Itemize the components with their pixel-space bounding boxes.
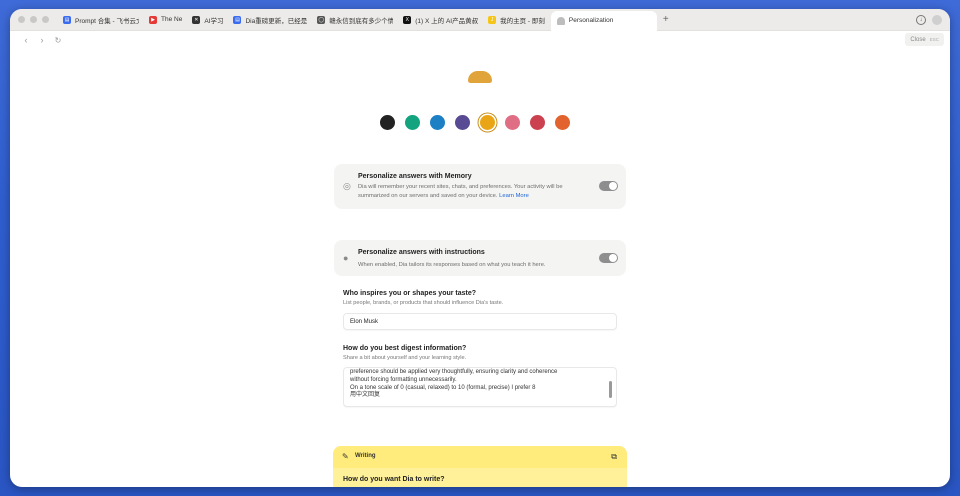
writing-edit-icon: ✎	[342, 452, 349, 461]
tab-item[interactable]: ◯ 赣永信到底有多少个情	[313, 9, 399, 31]
learn-more-link[interactable]: Learn More	[499, 193, 529, 199]
tab-favicon-icon: ✕	[192, 15, 201, 24]
personalization-page: ◎ Personalize answers with Memory Dia wi…	[10, 49, 950, 487]
color-swatch[interactable]	[405, 115, 420, 130]
memory-spiral-icon: ◎	[343, 181, 351, 191]
tab-favicon-icon: ▶	[149, 15, 157, 24]
writing-question: How do you want Dia to write?	[343, 476, 445, 483]
instructions-title: Personalize answers with instructions	[358, 249, 485, 256]
digest-hint: Share a bit about yourself and your lear…	[343, 355, 467, 361]
color-swatch[interactable]	[530, 115, 545, 130]
toggle-knob	[609, 254, 617, 262]
esc-key-hint: ESC	[929, 37, 939, 42]
chat-bubble-icon: ●	[343, 253, 349, 263]
tab-title: 我的主页 - 即刻	[500, 17, 545, 25]
tab-list: ▤ Prompt 合集 - 飞书云文 ▶ The Ne ✕ AI学习 ▤ Dia重磅更新，已经…	[59, 9, 551, 31]
close-settings-button[interactable]: Close ESC	[905, 33, 944, 46]
memory-title: Personalize answers with Memory	[358, 173, 472, 180]
instructions-card: ● Personalize answers with instructions …	[334, 240, 626, 276]
tab-item[interactable]: ✕ AI学习	[188, 9, 229, 31]
tab-item[interactable]: J 我的主页 - 即刻	[484, 9, 551, 31]
window-controls	[18, 16, 49, 23]
copy-icon[interactable]: ⧉	[611, 452, 617, 462]
tab-favicon-icon: J	[488, 15, 497, 24]
tab-favicon-icon: ▤	[233, 15, 242, 24]
back-arrow-icon[interactable]: ‹	[18, 35, 34, 45]
color-swatch[interactable]	[455, 115, 470, 130]
digest-line: On a tone scale of 0 (casual, relaxed) t…	[350, 384, 536, 391]
close-window-button[interactable]	[18, 16, 25, 23]
tab-item[interactable]: ▶ The Ne	[145, 9, 188, 31]
toggle-knob	[609, 182, 617, 190]
tab-bar: ▤ Prompt 合集 - 飞书云文 ▶ The Ne ✕ AI学习 ▤ Dia重磅更新，已经…	[10, 9, 950, 31]
instructions-description: When enabled, Dia tailors its responses …	[358, 262, 546, 268]
writing-label: Writing	[355, 453, 376, 459]
memory-description: Dia will remember your recent sites, cha…	[358, 183, 590, 200]
tab-favicon-icon: X	[403, 15, 412, 24]
tab-item[interactable]: ▤ Prompt 合集 - 飞书云文	[59, 9, 145, 31]
taste-input[interactable]: Elon Musk	[343, 313, 617, 330]
instructions-toggle[interactable]	[599, 253, 618, 263]
close-label: Close	[910, 36, 926, 43]
taste-value: Elon Musk	[350, 319, 379, 325]
profile-avatar[interactable]	[932, 15, 942, 25]
taste-question: Who inspires you or shapes your taste?	[343, 290, 477, 297]
memory-desc-text: Dia will remember your recent sites, cha…	[358, 184, 563, 199]
tab-title: The Ne	[161, 16, 183, 23]
dia-sun-icon	[468, 71, 492, 83]
digest-line: preference should be applied very though…	[350, 369, 558, 375]
forward-arrow-icon[interactable]: ›	[34, 35, 50, 45]
minimize-window-button[interactable]	[30, 16, 37, 23]
color-swatch[interactable]	[505, 115, 520, 130]
new-tab-icon[interactable]: +	[663, 14, 669, 25]
tab-item[interactable]: ▤ Dia重磅更新，已经是	[229, 9, 313, 31]
download-icon[interactable]: ↓	[916, 15, 926, 25]
tab-favicon-icon: ▤	[63, 15, 71, 24]
digest-question: How do you best digest information?	[343, 345, 467, 352]
digest-line: 用中文回复	[350, 392, 381, 399]
digest-textarea[interactable]: preference should be applied very though…	[343, 367, 617, 407]
writing-header: ✎ Writing ⧉	[333, 446, 627, 468]
color-swatch[interactable]	[480, 115, 495, 130]
tab-title: (1) X 上的 AI产品黄叔	[415, 17, 479, 25]
theme-color-swatches	[380, 115, 570, 130]
tab-title: Personalization	[568, 17, 614, 24]
tab-title: Dia重磅更新，已经是	[245, 17, 308, 25]
color-swatch[interactable]	[555, 115, 570, 130]
tab-personalization[interactable]: Personalization	[550, 10, 657, 31]
tab-title: 赣永信到底有多少个情	[329, 17, 394, 25]
browser-window: ▤ Prompt 合集 - 飞书云文 ▶ The Ne ✕ AI学习 ▤ Dia重磅更新，已经…	[10, 9, 950, 487]
reload-icon[interactable]: ↻	[50, 36, 66, 45]
textarea-scrollbar[interactable]	[609, 381, 612, 398]
color-swatch[interactable]	[430, 115, 445, 130]
tab-favicon-icon: ◯	[317, 15, 326, 24]
tab-item[interactable]: X (1) X 上的 AI产品黄叔	[399, 9, 484, 31]
taste-hint: List people, brands, or products that sh…	[343, 300, 504, 306]
digest-text: preference should be applied very though…	[350, 369, 600, 400]
memory-toggle[interactable]	[599, 181, 618, 191]
tab-title: Prompt 合集 - 飞书云文	[75, 17, 139, 25]
memory-card: ◎ Personalize answers with Memory Dia wi…	[334, 164, 626, 209]
tab-title: AI学习	[204, 17, 224, 25]
digest-line: without forcing formatting unnecessarily…	[350, 376, 457, 383]
writing-card: ✎ Writing ⧉ How do you want Dia to write…	[333, 446, 627, 487]
nav-toolbar: ‹ › ↻ Close ESC	[10, 31, 950, 49]
color-swatch[interactable]	[380, 115, 395, 130]
zoom-window-button[interactable]	[42, 16, 49, 23]
personalization-tab-icon	[556, 16, 565, 25]
